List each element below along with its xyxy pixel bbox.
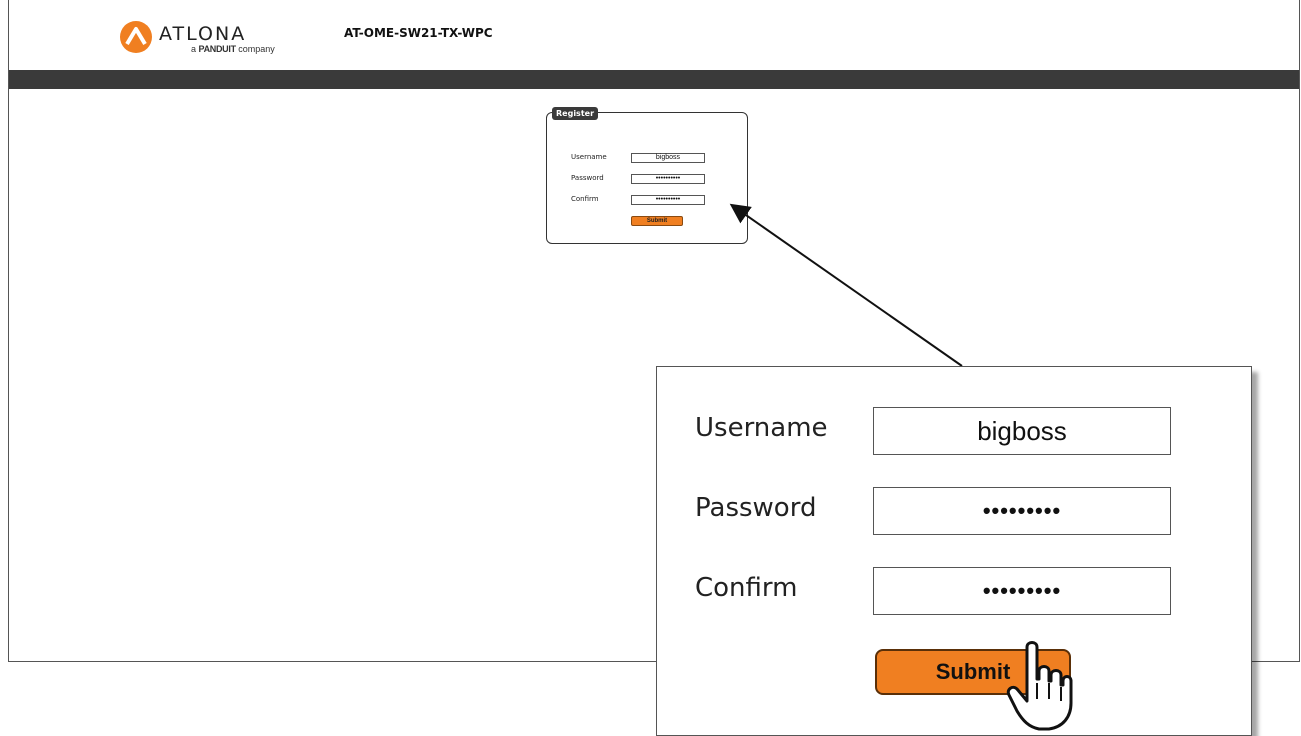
brand-wordmark: ATLONA	[159, 23, 246, 44]
username-input[interactable]: bigboss	[631, 153, 705, 163]
atlona-logo-icon	[120, 21, 152, 53]
confirm-label: Confirm	[571, 195, 599, 203]
nav-bar	[9, 70, 1299, 89]
submit-button[interactable]: Submit	[631, 216, 683, 226]
header: ATLONA a PANDUIT company AT-OME-SW21-TX-…	[9, 0, 1299, 70]
hand-pointer-icon	[1006, 641, 1073, 731]
zoom-password-input[interactable]: •••••••••	[873, 487, 1171, 535]
confirm-input[interactable]: ••••••••••	[631, 195, 705, 205]
register-title: Register	[552, 107, 599, 120]
zoom-username-label: Username	[695, 413, 828, 443]
svg-text:ATLONA: ATLONA	[159, 23, 246, 44]
atlona-logo[interactable]: ATLONA a PANDUIT company	[119, 20, 299, 56]
zoom-confirm-input[interactable]: •••••••••	[873, 567, 1171, 615]
username-label: Username	[571, 153, 607, 161]
brand-subtitle: a PANDUIT company	[191, 44, 275, 54]
zoom-callout: Username bigboss Password ••••••••• Conf…	[656, 366, 1252, 736]
zoom-confirm-label: Confirm	[695, 573, 798, 603]
password-input[interactable]: ••••••••••	[631, 174, 705, 184]
zoom-username-input[interactable]: bigboss	[873, 407, 1171, 455]
zoom-password-label: Password	[695, 493, 817, 523]
register-panel: Register Username bigboss Password •••••…	[546, 107, 748, 244]
device-model-title: AT-OME-SW21-TX-WPC	[344, 26, 493, 40]
password-label: Password	[571, 174, 604, 182]
